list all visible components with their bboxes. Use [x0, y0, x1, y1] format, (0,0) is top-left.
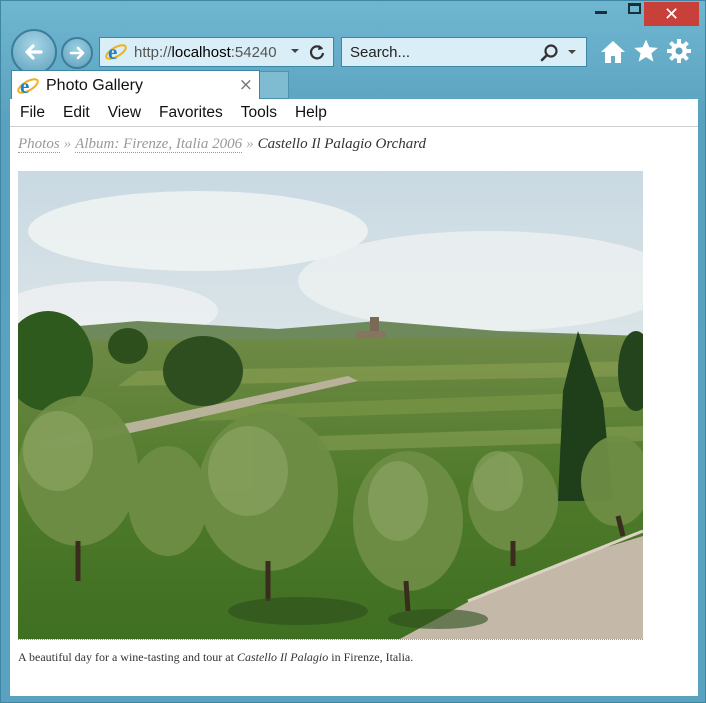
tab-close-icon[interactable]: × — [239, 75, 253, 95]
address-bar[interactable]: e http://localhost:54240 — [99, 37, 334, 67]
back-arrow-icon — [25, 44, 43, 60]
menu-file[interactable]: File — [10, 104, 53, 122]
browser-window: ✕ e http://localhost:54240 Search... e … — [0, 0, 706, 703]
refresh-icon[interactable] — [307, 42, 327, 62]
maximize-button[interactable] — [628, 3, 641, 14]
tab-title: Photo Gallery — [46, 76, 143, 94]
ie-logo-icon: e — [17, 74, 39, 98]
forward-button[interactable] — [61, 37, 93, 69]
gear-icon[interactable] — [666, 38, 692, 64]
url-host: localhost — [171, 43, 231, 61]
page-content: Photos» Album: Firenze, Italia 2006» Caste… — [10, 127, 698, 696]
home-icon[interactable] — [599, 39, 627, 65]
star-icon[interactable] — [633, 38, 659, 64]
search-icon[interactable] — [540, 43, 560, 63]
menu-bar: File Edit View Favorites Tools Help — [10, 99, 698, 127]
caption-text-end: in Firenze, Italia. — [328, 650, 414, 664]
minimize-button[interactable] — [595, 3, 607, 14]
caption-text: A beautiful day for a wine-tasting and t… — [18, 650, 237, 664]
search-input[interactable]: Search... — [350, 44, 410, 61]
breadcrumb: Photos» Album: Firenze, Italia 2006» Caste… — [18, 136, 426, 153]
menu-help[interactable]: Help — [285, 104, 335, 122]
olive-orchard-image — [18, 171, 643, 639]
menu-tools[interactable]: Tools — [231, 104, 285, 122]
maximize-icon — [628, 3, 641, 14]
url-scheme: http:// — [134, 43, 172, 61]
svg-text:e: e — [108, 40, 117, 64]
search-dropdown-icon[interactable] — [566, 46, 578, 58]
svg-text:e: e — [20, 74, 29, 98]
breadcrumb-separator: » — [63, 136, 72, 152]
new-tab-button[interactable] — [260, 71, 289, 99]
minimize-icon — [595, 11, 607, 14]
forward-arrow-icon — [69, 46, 85, 60]
close-button[interactable]: ✕ — [644, 2, 699, 26]
tab-photo-gallery[interactable]: e Photo Gallery × — [11, 70, 260, 100]
breadcrumb-album-link[interactable]: Album: Firenze, Italia 2006 — [75, 136, 243, 153]
ie-logo-icon: e — [105, 40, 127, 64]
close-icon: ✕ — [663, 3, 680, 25]
gallery-photo — [18, 171, 643, 640]
menu-favorites[interactable]: Favorites — [149, 104, 231, 122]
photo-caption: A beautiful day for a wine-tasting and t… — [18, 650, 413, 665]
caption-emphasis: Castello Il Palagio — [236, 650, 329, 664]
address-dropdown-icon[interactable] — [289, 45, 301, 57]
back-button[interactable] — [11, 29, 57, 75]
breadcrumb-current: Castello Il Palagio Orchard — [257, 136, 427, 152]
search-box[interactable]: Search... — [341, 37, 587, 67]
breadcrumb-photos-link[interactable]: Photos — [18, 136, 60, 153]
menu-view[interactable]: View — [98, 104, 149, 122]
menu-edit[interactable]: Edit — [53, 104, 98, 122]
breadcrumb-separator: » — [246, 136, 254, 152]
url-port: :54240 — [230, 43, 277, 61]
